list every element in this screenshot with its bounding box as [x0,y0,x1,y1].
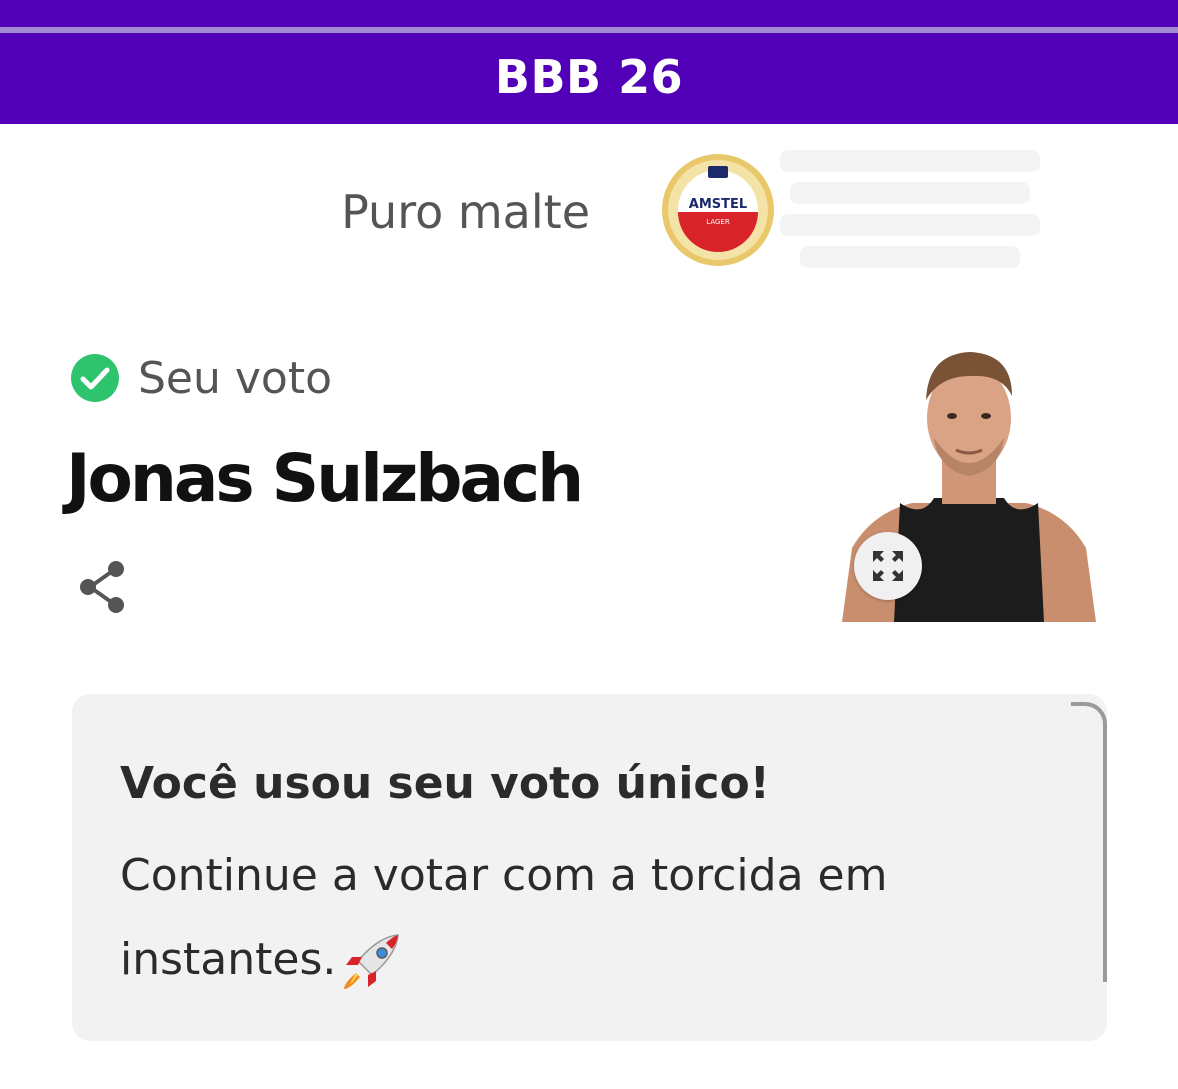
rocket-icon [344,934,400,989]
expand-photo-button[interactable] [854,532,922,600]
scroll-indicator[interactable] [1071,702,1107,982]
notice-title: Você usou seu voto único! [120,758,770,809]
vote-notice-card: Você usou seu voto único! Continue a vot… [72,694,1107,1041]
logo-text: AMSTEL [689,197,747,212]
check-circle-icon [71,354,119,402]
header-stripe [0,27,1178,33]
candidate-name: Jonas Sulzbach [66,440,584,517]
sponsor-watermark [780,150,1040,268]
logo-subtext: LAGER [706,218,730,226]
vote-status: Seu voto [70,352,332,404]
expand-icon [873,551,903,581]
sponsor-tagline: Puro malte [341,185,590,239]
share-button[interactable] [74,558,132,616]
share-icon [80,561,124,613]
app-header: BBB 26 [0,0,1178,124]
notice-body-text: Continue a votar com a torcida em instan… [120,850,888,985]
vote-status-label: Seu voto [138,352,333,404]
page-title: BBB 26 [494,50,684,104]
notice-body: Continue a votar com a torcida em instan… [120,834,940,1002]
sponsor-logo: AMSTEL LAGER [662,154,774,266]
